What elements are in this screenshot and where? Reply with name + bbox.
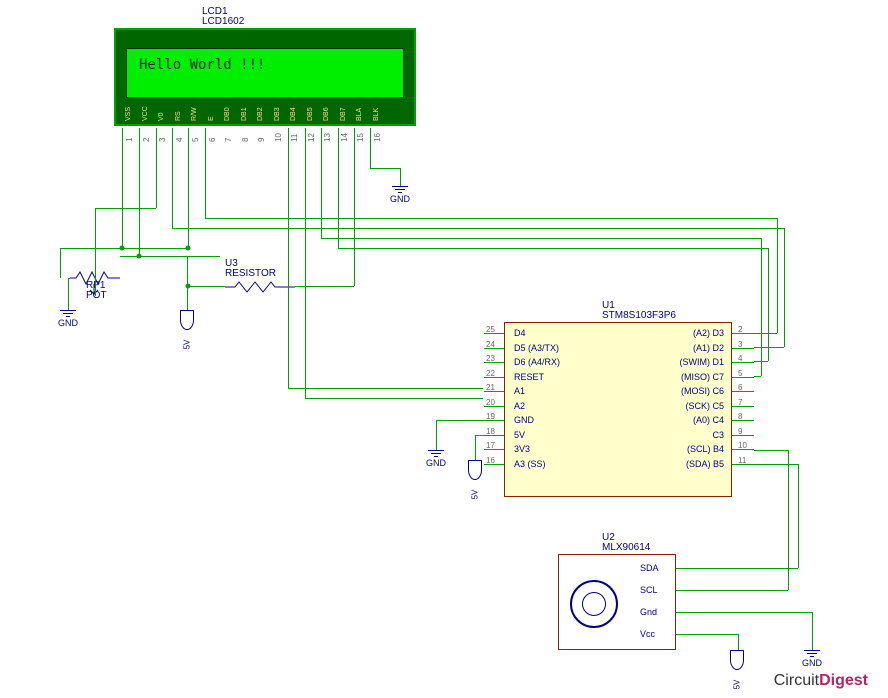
tag-5v-label: 5V [470,490,479,500]
tag-5v-label: 5V [182,340,191,350]
logo: CircuitDigest [774,672,868,690]
lcd-pin-label: DB2 [257,107,264,121]
lcd-pin-label: VCC [142,106,149,121]
resistor [225,280,295,298]
sensor-pin-label: SCL [640,585,658,595]
lcd-part: LCD1602 [202,16,244,27]
sensor-lens-inner [582,592,606,616]
lcd-pin-label: DB4 [290,107,297,121]
lcd-pin-label: DB3 [274,107,281,121]
lcd-pin-num: 4 [175,138,184,142]
lcd-pin-num: 10 [274,133,283,142]
lcd-pin-label: RS [175,111,182,121]
mcu-pin-label: A3 (SS) [514,459,546,469]
lcd-pin-num: 9 [257,138,266,142]
tag-5v-label: 5V [732,680,741,690]
lcd-pin-num: 13 [323,133,332,142]
sensor-pin-label: SDA [640,563,659,573]
lcd-pin-label: DB0 [224,107,231,121]
lcd-pin-label: R/W [191,107,198,121]
lcd-pin-label: E [208,116,215,121]
lcd-pin-num: 1 [125,138,134,142]
mcu-pin-label: (A0) C4 [693,415,724,425]
lcd-pin-num: 7 [224,138,233,142]
mcu-pin-label: D5 (A3/TX) [514,343,559,353]
sensor-part: MLX90614 [602,542,650,553]
lcd-pin-num: 11 [290,134,299,142]
lcd-pin-label: DB1 [241,107,248,121]
sensor-pin-label: Vcc [640,629,655,639]
lcd-pin-label: DB5 [307,107,314,121]
mcu-pin-label: (MOSI) C6 [681,386,724,396]
lcd-pin-label: VSS [125,107,132,121]
mcu-pin-label: (SDA) B5 [686,459,724,469]
lcd-pin-num: 15 [356,133,365,142]
lcd-pin-num: 12 [307,133,316,142]
lcd-pin-num: 5 [191,138,200,142]
lcd-pin-label: BLK [373,108,380,121]
sensor-pin-label: Gnd [640,607,657,617]
mcu-pin-label: D6 (A4/RX) [514,357,560,367]
logo-part1: Circuit [774,672,819,689]
lcd-pin-label: DB7 [340,107,347,121]
mcu-pin-label: A1 [514,386,525,396]
mcu-pin-label: 3V3 [514,444,530,454]
mcu-pin-label: 5V [514,430,525,440]
lcd-pin-num: 2 [142,138,151,142]
lcd-pin-num: 16 [373,133,382,142]
tag-5v [180,310,194,330]
mcu-part: STM8S103F3P6 [602,310,676,321]
lcd-pin-num: 3 [158,138,167,142]
mcu-pin-label: (A1) D2 [693,343,724,353]
mcu-pin-label: (SCL) B4 [687,444,724,454]
tag-5v [468,460,482,480]
mcu-pin-label: D4 [514,328,526,338]
mcu-pin-label: A2 [514,401,525,411]
lcd-pin-num: 14 [340,133,349,142]
mcu-pin-label: (A2) D3 [693,328,724,338]
lcd-pin-label: V0 [158,112,165,121]
mcu-pin-label: (MISO) C7 [681,372,724,382]
logo-part2: Digest [819,672,868,689]
tag-5v [730,650,744,670]
lcd-pin-label: DB6 [323,107,330,121]
lcd-pin-num: 8 [241,138,250,142]
mcu-pin-label: RESET [514,372,544,382]
mcu-pin-label: (SWIM) D1 [680,357,725,367]
lcd-screen: Hello World !!! [126,48,404,98]
resistor-value: RESISTOR [225,268,276,279]
mcu-pin-label: GND [514,415,534,425]
mcu-pin-label: C3 [712,430,724,440]
lcd-pin-num: 6 [208,138,217,142]
lcd-pin-label: BLA [356,108,363,121]
mcu-pin-label: (SCK) C5 [685,401,724,411]
